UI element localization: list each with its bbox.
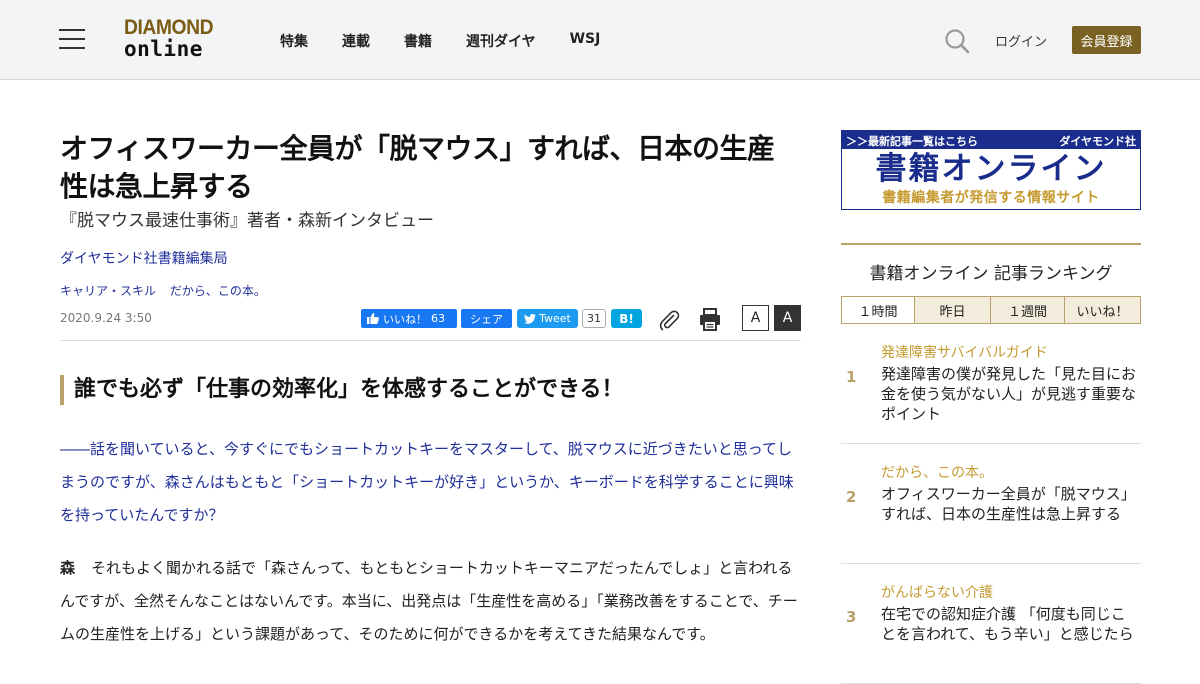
logo-line-2: online <box>124 37 203 61</box>
font-size-small-button[interactable]: A <box>742 305 769 331</box>
banner-top-strip: ＞＞最新記事一覧はこちら ダイヤモンド社 <box>842 131 1140 149</box>
tag-this-book[interactable]: だから、この本。 <box>170 284 266 298</box>
facebook-like-button[interactable]: いいね！ 63 <box>361 309 457 328</box>
ranking-item[interactable]: 3 がんばらない介護 在宅での認知症介護 「何度も同じことを言われて、もう辛い」… <box>841 564 1141 684</box>
ranking-item[interactable]: 2 だから、この本。 オフィスワーカー全員が「脱マウス」すれば、日本の生産性は急… <box>841 444 1141 564</box>
sidebar: ＞＞最新記事一覧はこちら ダイヤモンド社 書籍オンライン 書籍編集者が発信する情… <box>841 130 1141 684</box>
tweet-count: 31 <box>582 309 606 328</box>
article-title: オフィスワーカー全員が「脱マウス」すれば、日本の生産性は急上昇する <box>60 132 775 203</box>
nav-item-books[interactable]: 書籍 <box>404 31 432 51</box>
tab-1-week[interactable]: １週間 <box>990 297 1064 323</box>
tweet-label: Tweet <box>539 312 571 325</box>
ranking-category[interactable]: 発達障害サバイバルガイド <box>881 342 1048 362</box>
tag-career-skill[interactable]: キャリア・スキル <box>60 284 156 298</box>
search-icon[interactable] <box>944 28 970 54</box>
ranking-number: 3 <box>846 608 857 626</box>
main-nav: 特集 連載 書籍 週刊ダイヤ WSJ <box>280 31 634 51</box>
ranking-number: 1 <box>846 368 857 386</box>
menu-icon[interactable] <box>59 29 85 49</box>
article-subtitle: 『脱マウス最速仕事術』著者・森新インタビュー <box>60 211 434 231</box>
facebook-like-label: いいね！ <box>383 312 427 326</box>
ranking-title-link[interactable]: 発達障害の僕が発見した「見た目にお金を使う気がない人」が見逃す重要なポイント <box>881 364 1139 424</box>
banner-subtitle: 書籍編集者が発信する情報サイト <box>882 190 1100 206</box>
ranking-title-link[interactable]: オフィスワーカー全員が「脱マウス」すれば、日本の生産性は急上昇する <box>881 484 1139 524</box>
ranking-category[interactable]: がんばらない介護 <box>881 582 993 602</box>
interview-question: ――話を聞いていると、今すぐにでもショートカットキーをマスターして、脱マウスに近… <box>60 440 794 524</box>
books-online-banner[interactable]: ＞＞最新記事一覧はこちら ダイヤモンド社 書籍オンライン 書籍編集者が発信する情… <box>841 130 1141 210</box>
facebook-share-button[interactable]: シェア <box>461 309 512 328</box>
tab-likes[interactable]: いいね！ <box>1064 297 1140 323</box>
ranking-number: 2 <box>846 488 857 506</box>
thumbs-up-icon <box>367 313 379 324</box>
print-icon[interactable] <box>699 308 721 332</box>
site-header: DIAMOND online 特集 連載 書籍 週刊ダイヤ WSJ ログイン 会… <box>0 0 1200 80</box>
interview-answer: 森それもよく聞かれる話で「森さんって、もともとショートカットキーマニアだったんで… <box>60 552 801 651</box>
article-meta-row: 2020.9.24 3:50 いいね！ 63 シェア Tweet 31 B! A… <box>60 305 801 341</box>
ranking-title: 書籍オンライン 記事ランキング <box>869 264 1113 284</box>
section-heading: 誰でも必ず「仕事の効率化」を体感することができる！ <box>60 375 801 405</box>
hatena-bookmark-button[interactable]: B! <box>611 309 642 328</box>
logo-line-1: DIAMOND <box>124 16 214 39</box>
font-size-large-button[interactable]: A <box>774 305 801 331</box>
nav-item-wsj[interactable]: WSJ <box>570 31 601 51</box>
twitter-bird-icon <box>524 313 537 324</box>
nav-item-feature[interactable]: 特集 <box>280 31 308 51</box>
login-link[interactable]: ログイン <box>995 31 1047 50</box>
article-date: 2020.9.24 3:50 <box>60 311 152 325</box>
ranking-item[interactable]: 1 発達障害サバイバルガイド 発達障害の僕が発見した「見た目にお金を使う気がない… <box>841 324 1141 444</box>
facebook-like-count: 63 <box>431 312 445 325</box>
banner-latest-link: ＞＞最新記事一覧はこちら <box>846 135 978 148</box>
banner-publisher: ダイヤモンド社 <box>1059 135 1136 148</box>
tab-yesterday[interactable]: 昨日 <box>914 297 990 323</box>
ranking-title-link[interactable]: 在宅での認知症介護 「何度も同じことを言われて、もう辛い」と感じたら <box>881 604 1139 644</box>
ranking-category[interactable]: だから、この本。 <box>881 462 993 482</box>
answer-speaker: 森 <box>60 559 76 577</box>
article-tags: キャリア・スキル だから、この本。 <box>60 282 801 299</box>
tab-1-hour[interactable]: １時間 <box>842 297 914 323</box>
nav-item-series[interactable]: 連載 <box>342 31 370 51</box>
paperclip-icon[interactable] <box>658 309 680 331</box>
answer-text: それもよく聞かれる話で「森さんって、もともとショートカットキーマニアだったんでし… <box>60 559 798 643</box>
article-author[interactable]: ダイヤモンド社書籍編集局 <box>60 248 801 268</box>
article: オフィスワーカー全員が「脱マウス」すれば、日本の生産性は急上昇する 『脱マウス最… <box>60 130 801 651</box>
tweet-button[interactable]: Tweet <box>517 309 578 328</box>
register-button[interactable]: 会員登録 <box>1072 26 1141 54</box>
nav-item-weekly-diamond[interactable]: 週刊ダイヤ <box>466 31 536 51</box>
ranking-panel: 書籍オンライン 記事ランキング １時間 昨日 １週間 いいね！ 1 発達障害サバ… <box>841 243 1141 684</box>
ranking-tabs: １時間 昨日 １週間 いいね！ <box>841 296 1141 324</box>
banner-title: 書籍オンライン <box>875 151 1107 187</box>
site-logo[interactable]: DIAMOND online <box>124 17 221 60</box>
